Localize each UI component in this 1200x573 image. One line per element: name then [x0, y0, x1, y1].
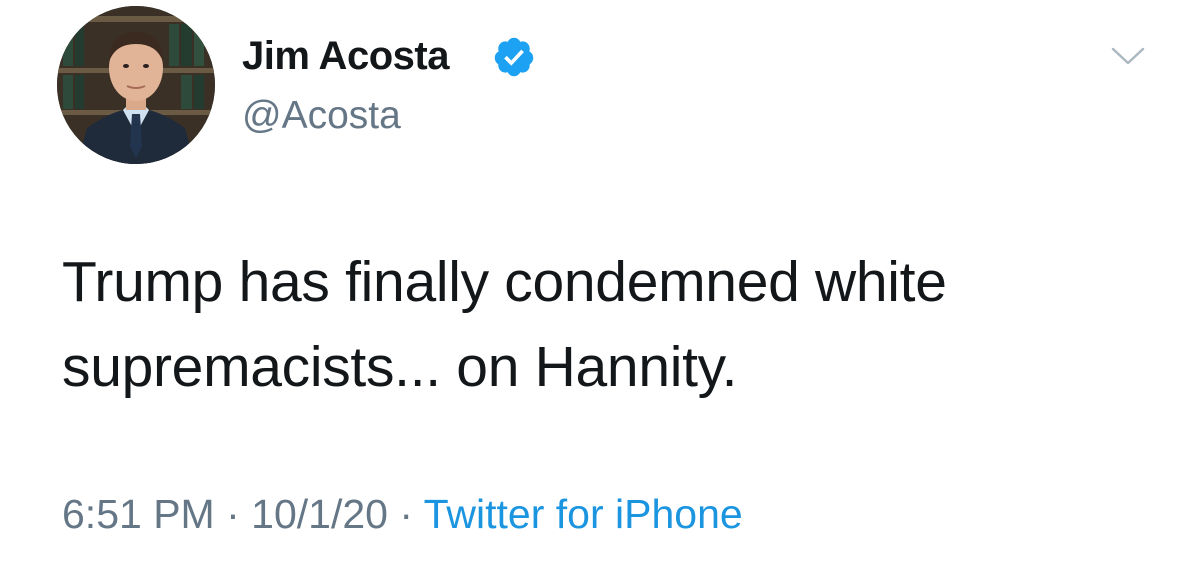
tweet-card: Jim Acosta @Acosta Trump has finally con… [0, 0, 1200, 573]
tweet-meta: 6:51 PM · 10/1/20 · Twitter for iPhone [62, 491, 743, 538]
tweet-source-link[interactable]: Twitter for iPhone [424, 491, 743, 537]
chevron-down-icon[interactable] [1110, 44, 1146, 68]
tweet-date[interactable]: 10/1/20 [251, 491, 388, 537]
verified-badge-icon [494, 37, 534, 77]
tweet-text-line: Trump has finally condemned white [62, 250, 947, 314]
meta-separator: · [387, 491, 424, 537]
avatar-image [57, 6, 215, 164]
meta-separator: · [214, 491, 252, 537]
avatar[interactable] [57, 6, 215, 164]
user-handle[interactable]: @Acosta [242, 94, 401, 138]
tweet-text: Trump has finally condemned white suprem… [62, 240, 1142, 410]
tweet-time[interactable]: 6:51 PM [62, 491, 215, 537]
tweet-text-line: supremacists... on Hannity. [62, 335, 738, 399]
display-name[interactable]: Jim Acosta [242, 34, 449, 79]
